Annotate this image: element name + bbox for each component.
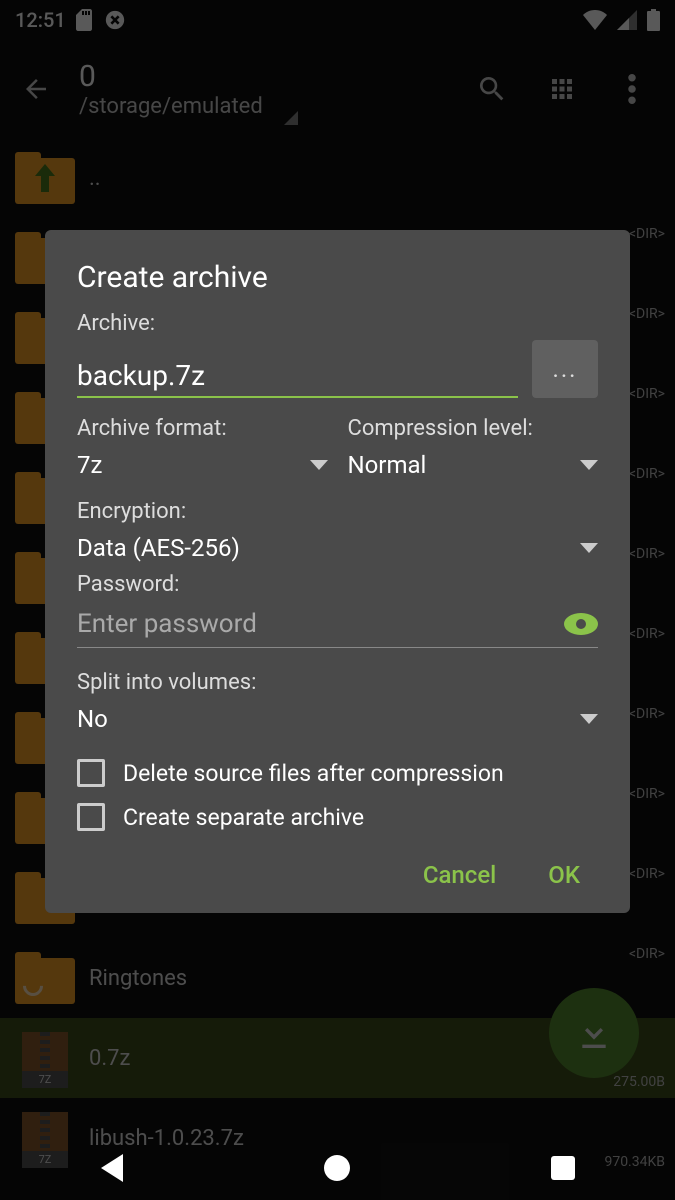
chevron-down-icon	[580, 714, 598, 724]
format-select[interactable]: 7z	[77, 445, 328, 489]
password-label: Password:	[77, 572, 598, 597]
nav-home-button[interactable]	[324, 1155, 350, 1181]
chevron-down-icon	[310, 460, 328, 470]
delete-source-label: Delete source files after compression	[123, 760, 504, 787]
ok-button[interactable]: OK	[548, 861, 580, 889]
archive-name-input[interactable]	[77, 355, 518, 398]
level-label: Compression level:	[348, 416, 599, 441]
checkbox-icon	[77, 803, 105, 831]
format-label: Archive format:	[77, 416, 328, 441]
cancel-button[interactable]: Cancel	[423, 861, 496, 889]
visibility-icon[interactable]	[564, 612, 598, 636]
separate-archive-label: Create separate archive	[123, 804, 364, 831]
delete-source-checkbox[interactable]: Delete source files after compression	[77, 759, 598, 787]
split-value: No	[77, 705, 108, 733]
chevron-down-icon	[580, 460, 598, 470]
separate-archive-checkbox[interactable]: Create separate archive	[77, 803, 598, 831]
level-select[interactable]: Normal	[348, 445, 599, 489]
split-label: Split into volumes:	[77, 670, 598, 695]
encryption-label: Encryption:	[77, 499, 598, 524]
password-input[interactable]	[77, 601, 564, 647]
dialog-title: Create archive	[77, 260, 598, 295]
encryption-value: Data (AES-256)	[77, 534, 240, 562]
navigation-bar	[0, 1136, 675, 1200]
level-value: Normal	[348, 451, 427, 479]
archive-label: Archive:	[77, 311, 598, 336]
nav-recents-button[interactable]	[551, 1156, 575, 1180]
encryption-select[interactable]: Data (AES-256)	[77, 528, 598, 572]
nav-back-button[interactable]	[101, 1154, 123, 1182]
checkbox-icon	[77, 759, 105, 787]
format-value: 7z	[77, 451, 102, 479]
browse-button[interactable]: ...	[532, 340, 598, 398]
chevron-down-icon	[580, 543, 598, 553]
split-select[interactable]: No	[77, 699, 598, 743]
create-archive-dialog: Create archive Archive: ... Archive form…	[45, 230, 630, 913]
